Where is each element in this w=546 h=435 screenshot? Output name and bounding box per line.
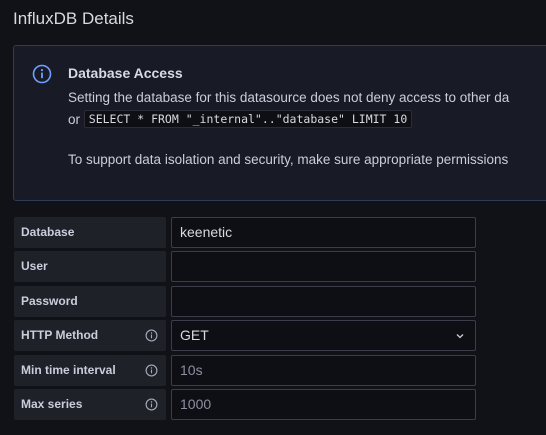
http-method-select[interactable]: GET — [171, 320, 476, 351]
alert-text-line: To support data isolation and security, … — [68, 152, 509, 167]
info-circle-icon[interactable] — [145, 398, 158, 411]
info-circle-icon[interactable] — [145, 329, 158, 342]
info-circle-icon[interactable] — [145, 364, 158, 377]
database-access-alert: Database Access Setting the database for… — [13, 45, 546, 201]
user-label: User — [14, 251, 166, 282]
min-time-interval-label: Min time interval — [14, 355, 166, 386]
chevron-down-icon — [456, 334, 464, 339]
alert-title: Database Access — [68, 65, 183, 81]
http-method-label: HTTP Method — [14, 320, 166, 351]
alert-text-line: or SELECT * FROM "_internal".."database"… — [68, 110, 413, 128]
database-input[interactable]: keenetic — [171, 217, 476, 248]
section-title: InfluxDB Details — [13, 9, 134, 28]
min-time-interval-input[interactable]: 10s — [171, 355, 476, 386]
max-series-input[interactable]: 1000 — [171, 389, 476, 420]
query-code-snippet: SELECT * FROM "_internal".."database" LI… — [83, 110, 413, 128]
max-series-label: Max series — [14, 389, 166, 420]
password-input[interactable] — [171, 286, 476, 317]
alert-text-line: Setting the database for this datasource… — [68, 90, 510, 105]
database-label: Database — [14, 217, 166, 248]
user-input[interactable] — [171, 251, 476, 282]
password-label: Password — [14, 286, 166, 317]
influxdb-details-page: InfluxDB Details Database Access Setting… — [0, 0, 546, 435]
alert-text-prefix: or — [68, 112, 84, 127]
info-circle-icon — [32, 64, 52, 84]
